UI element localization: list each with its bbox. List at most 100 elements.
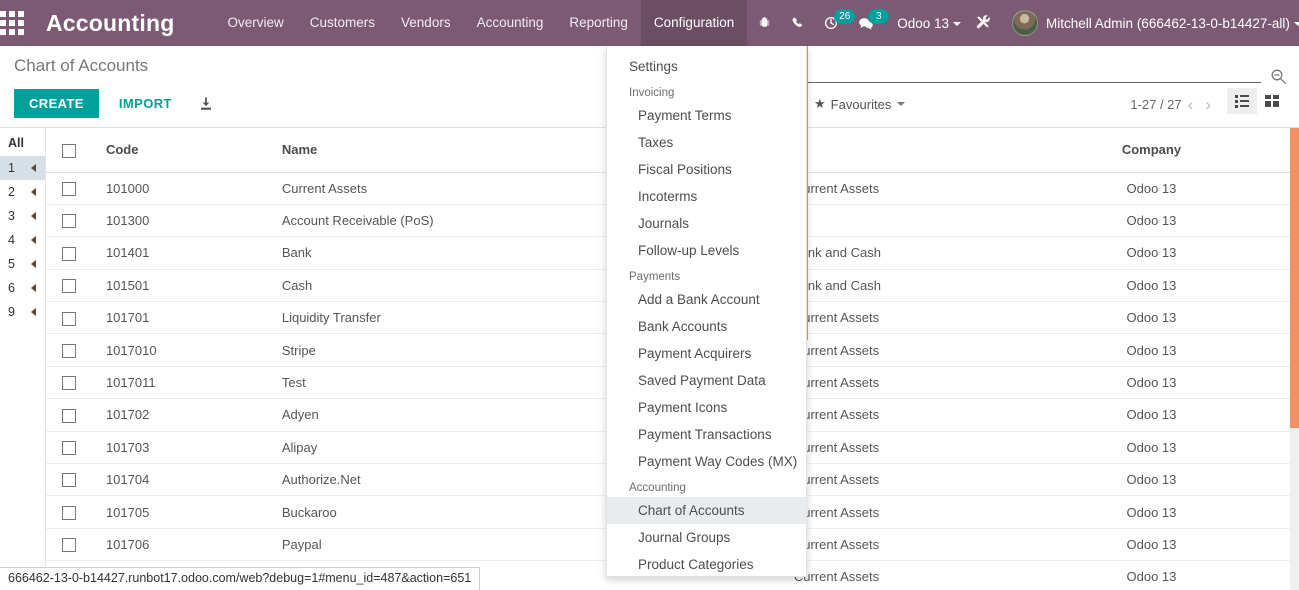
sidebar-item-label: 3: [8, 209, 15, 223]
dropdown-item-product-categories[interactable]: Product Categories: [607, 551, 806, 577]
create-button[interactable]: CREATE: [14, 89, 99, 118]
user-name-label: Mitchell Admin (666462-13-0-b14427-all): [1046, 16, 1290, 31]
row-checkbox[interactable]: [62, 441, 76, 455]
menu-reporting[interactable]: Reporting: [556, 0, 641, 46]
dropdown-item-add-a-bank-account[interactable]: Add a Bank Account: [607, 286, 806, 313]
cell-code: 101705: [96, 496, 272, 528]
search-zoom-out-icon[interactable]: [1270, 68, 1287, 90]
pager-sidebar: All 1 2 3 4 5 6: [0, 128, 46, 590]
row-checkbox[interactable]: [62, 247, 76, 261]
dropdown-item-taxes[interactable]: Taxes: [607, 129, 806, 156]
scrollbar-thumb[interactable]: [1290, 128, 1299, 428]
menu-accounting[interactable]: Accounting: [464, 0, 557, 46]
triangle-left-icon: [31, 260, 36, 268]
activity-clock-icon[interactable]: 26: [815, 0, 849, 46]
cell-company: Odoo 13: [1004, 204, 1299, 236]
sidebar-item-9[interactable]: 9: [0, 300, 45, 324]
row-checkbox-cell: [46, 464, 96, 496]
dropdown-item-journals[interactable]: Journals: [607, 210, 806, 237]
menu-vendors[interactable]: Vendors: [388, 0, 464, 46]
menu-overview[interactable]: Overview: [215, 0, 297, 46]
dropdown-item-chart-of-accounts[interactable]: Chart of Accounts: [607, 497, 806, 524]
row-checkbox[interactable]: [62, 538, 76, 552]
user-menu[interactable]: Mitchell Admin (666462-13-0-b14427-all): [1046, 16, 1299, 31]
kanban-view-icon[interactable]: [1257, 88, 1287, 114]
header-code[interactable]: Code: [96, 128, 272, 172]
cell-code: 101300: [96, 204, 272, 236]
cell-code: 101702: [96, 399, 272, 431]
sidebar-item-4[interactable]: 4: [0, 228, 45, 252]
download-icon[interactable]: [198, 96, 214, 112]
pager: 1-27 / 27 ‹ ›: [1130, 96, 1217, 113]
dropdown-item-payment-acquirers[interactable]: Payment Acquirers: [607, 340, 806, 367]
row-checkbox[interactable]: [62, 214, 76, 228]
menu-configuration[interactable]: Configuration: [641, 0, 747, 46]
row-checkbox-cell: [46, 237, 96, 269]
dropdown-item-bank-accounts[interactable]: Bank Accounts: [607, 313, 806, 340]
select-all-header: [46, 128, 96, 172]
dropdown-item-payment-icons[interactable]: Payment Icons: [607, 394, 806, 421]
pager-count: 1-27 / 27: [1130, 97, 1181, 112]
favourites-label: Favourites: [831, 97, 892, 112]
database-label: Odoo 13: [897, 16, 949, 31]
messages-counter-badge: 3: [868, 9, 889, 24]
row-checkbox-cell: [46, 496, 96, 528]
row-checkbox[interactable]: [62, 312, 76, 326]
dropdown-item-payment-transactions[interactable]: Payment Transactions: [607, 421, 806, 448]
dropdown-item-journal-groups[interactable]: Journal Groups: [607, 524, 806, 551]
chevron-down-icon: [897, 102, 905, 106]
chevron-left-icon[interactable]: ‹: [1182, 96, 1200, 113]
row-checkbox[interactable]: [62, 473, 76, 487]
list-view-icon[interactable]: [1227, 88, 1257, 114]
header-company[interactable]: Company: [1004, 128, 1299, 172]
sidebar-item-2[interactable]: 2: [0, 180, 45, 204]
import-button[interactable]: IMPORT: [105, 89, 186, 118]
cell-code: 101704: [96, 464, 272, 496]
sidebar-all-label[interactable]: All: [0, 134, 45, 156]
row-checkbox[interactable]: [62, 376, 76, 390]
dropdown-item-payment-terms[interactable]: Payment Terms: [607, 102, 806, 129]
status-bar-url: 666462-13-0-b14427.runbot17.odoo.com/web…: [0, 567, 480, 590]
messages-icon[interactable]: 3: [849, 0, 883, 46]
bug-icon[interactable]: [747, 0, 781, 46]
odoo-accounting-screen: Accounting Overview Customers Vendors Ac…: [0, 0, 1299, 590]
dropdown-item-saved-payment-data[interactable]: Saved Payment Data: [607, 367, 806, 394]
cell-company: Odoo 13: [1004, 399, 1299, 431]
dropdown-section-payments: Payments: [607, 264, 806, 286]
dropdown-item-incoterms[interactable]: Incoterms: [607, 183, 806, 210]
vertical-scrollbar[interactable]: [1290, 128, 1299, 590]
row-checkbox[interactable]: [62, 182, 76, 196]
row-checkbox[interactable]: [62, 506, 76, 520]
cell-code: 101501: [96, 269, 272, 301]
row-checkbox-cell: [46, 399, 96, 431]
dropdown-item-fiscal-positions[interactable]: Fiscal Positions: [607, 156, 806, 183]
cell-company: Odoo 13: [1004, 172, 1299, 204]
main-menu: Overview Customers Vendors Accounting Re…: [215, 0, 748, 46]
cell-code: 101401: [96, 237, 272, 269]
star-icon: ★: [814, 96, 826, 112]
menu-customers[interactable]: Customers: [297, 0, 388, 46]
configuration-dropdown-menu: Settings Invoicing Payment Terms Taxes F…: [606, 46, 807, 577]
sidebar-item-5[interactable]: 5: [0, 252, 45, 276]
database-selector[interactable]: Odoo 13: [883, 16, 966, 31]
select-all-checkbox[interactable]: [62, 144, 76, 158]
tools-wrench-icon[interactable]: [966, 0, 1000, 46]
dropdown-item-follow-up-levels[interactable]: Follow-up Levels: [607, 237, 806, 264]
page-title: Chart of Accounts: [14, 56, 148, 76]
phone-icon[interactable]: [781, 0, 815, 46]
chevron-right-icon[interactable]: ›: [1199, 96, 1217, 113]
row-checkbox[interactable]: [62, 409, 76, 423]
sidebar-item-6[interactable]: 6: [0, 276, 45, 300]
apps-menu-button[interactable]: [0, 0, 24, 46]
sidebar-item-label: 5: [8, 257, 15, 271]
sidebar-item-label: 6: [8, 281, 15, 295]
avatar[interactable]: [1012, 10, 1038, 36]
cell-code: 101703: [96, 431, 272, 463]
sidebar-item-3[interactable]: 3: [0, 204, 45, 228]
favourites-dropdown[interactable]: ★ Favourites: [814, 96, 905, 112]
dropdown-item-settings[interactable]: Settings: [607, 53, 806, 80]
dropdown-item-payment-way-codes-mx[interactable]: Payment Way Codes (MX): [607, 448, 806, 475]
row-checkbox[interactable]: [62, 344, 76, 358]
sidebar-item-1[interactable]: 1: [0, 156, 45, 180]
row-checkbox[interactable]: [62, 279, 76, 293]
